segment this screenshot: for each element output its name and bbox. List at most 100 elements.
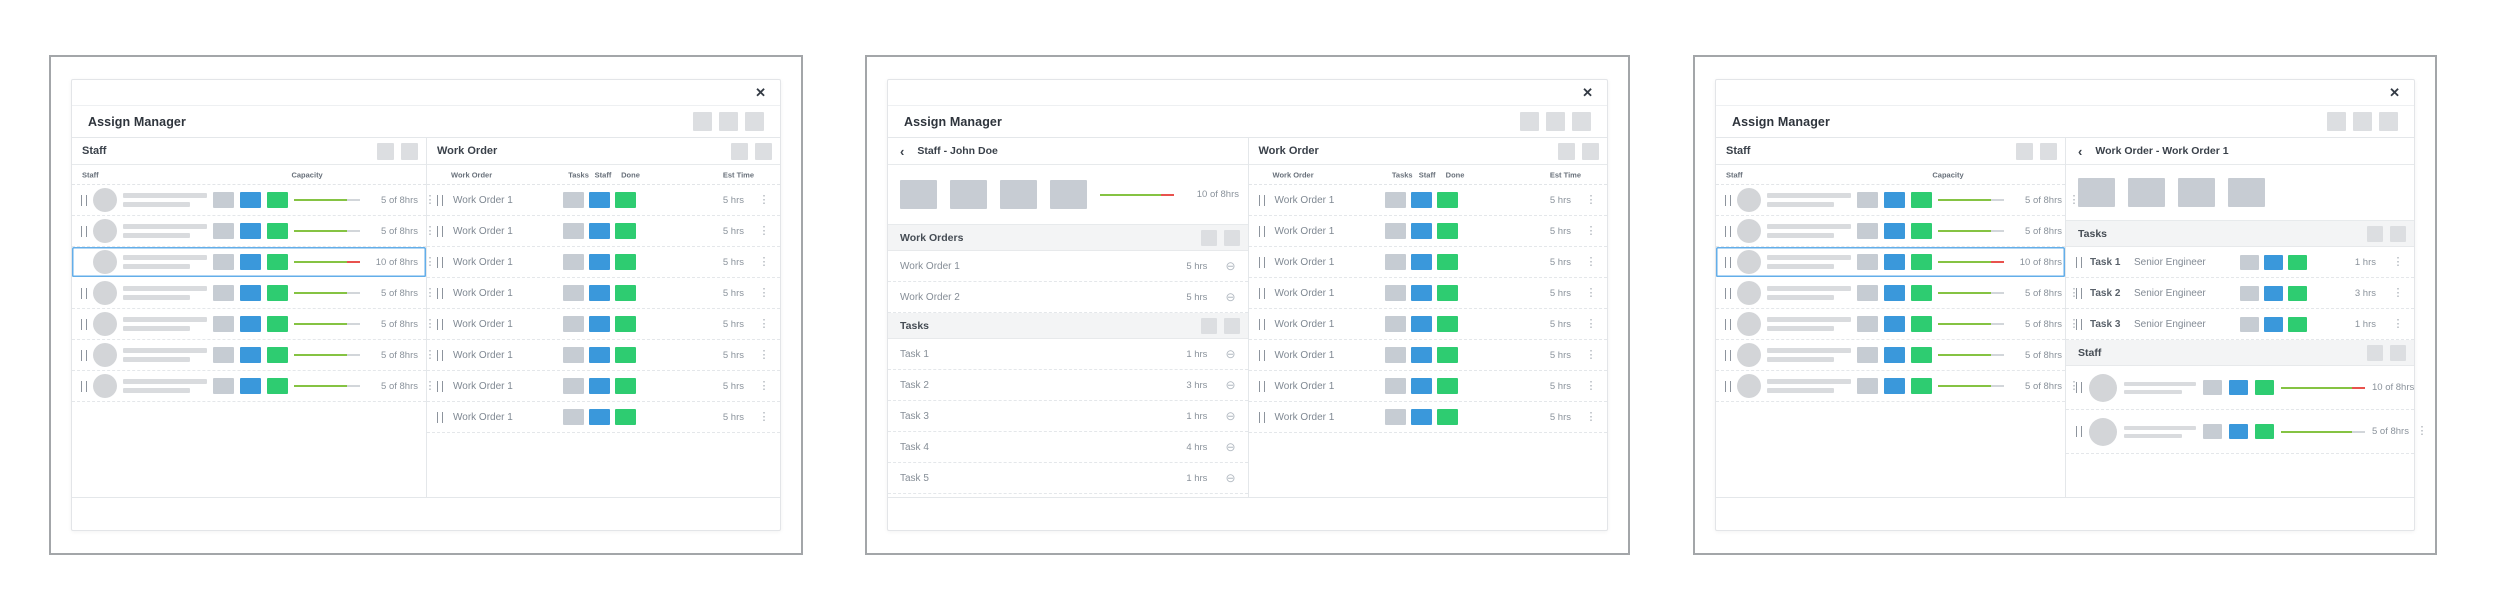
staff-row-selected[interactable]: 10 of 8hrs [1716,247,2065,278]
work-order-row[interactable]: Work Order 1 5 hrs ⋮ [427,371,780,402]
staff-row[interactable]: 5 of 8hrs⋮ [1716,340,2080,371]
work-order-row[interactable]: Work Order 1 5 hrs ⋮ [1248,185,1607,216]
placeholder-button[interactable] [1572,112,1591,131]
remove-icon[interactable]: ⊖ [1225,472,1235,484]
kebab-menu-icon[interactable]: ⋮ [758,256,770,268]
placeholder-button[interactable] [2390,344,2406,361]
kebab-menu-icon[interactable]: ⋮ [758,194,770,206]
placeholder-button[interactable] [2040,142,2057,160]
placeholder-button[interactable] [2327,112,2346,131]
staff-row[interactable]: 5 of 8hrs⋮ [72,371,436,402]
task-row[interactable]: Task 2 Senior Engineer 3 hrs ⋮ [2066,278,2414,309]
drag-handle-icon[interactable] [81,225,87,237]
drag-handle-icon[interactable] [81,194,87,206]
close-icon[interactable]: ✕ [2389,86,2400,99]
placeholder-button[interactable] [2390,225,2406,242]
drag-handle-icon[interactable] [81,380,87,392]
work-order-row[interactable]: Work Order 1 5 hrs ⋮ [1248,247,1607,278]
drag-handle-icon[interactable] [437,225,443,237]
drag-handle-icon[interactable] [1258,256,1265,268]
drag-handle-icon[interactable] [1258,194,1265,206]
work-order-row[interactable]: Work Order 1 5 hrs ⋮ [427,402,780,433]
drag-handle-icon[interactable] [1725,349,1731,361]
assigned-staff-row[interactable]: 10 of 8hrs [2066,366,2414,410]
staff-row[interactable]: 5 of 8hrs⋮ [1716,309,2080,340]
placeholder-button[interactable] [401,142,418,160]
drag-handle-icon[interactable] [1725,287,1731,299]
close-icon[interactable]: ✕ [1582,86,1593,99]
work-order-item[interactable]: Work Order 1 5 hrs ⊖ [888,251,1248,282]
kebab-menu-icon[interactable]: ⋮ [1585,194,1597,206]
staff-row[interactable]: 5 of 8hrs⋮ [72,185,436,216]
kebab-menu-icon[interactable]: ⋮ [1585,411,1597,423]
staff-row[interactable]: 5 of 8hrs⋮ [1716,216,2080,247]
drag-handle-icon[interactable] [437,380,443,392]
drag-handle-icon[interactable] [1258,287,1265,299]
placeholder-button[interactable] [2379,112,2398,131]
remove-icon[interactable]: ⊖ [1225,260,1235,272]
kebab-menu-icon[interactable]: ⋮ [2392,318,2404,330]
placeholder-button[interactable] [1223,229,1240,246]
placeholder-button[interactable] [755,142,772,160]
kebab-menu-icon[interactable]: ⋮ [1585,225,1597,237]
work-order-row[interactable]: Work Order 1 5 hrs ⋮ [1248,371,1607,402]
placeholder-button[interactable] [377,142,394,160]
drag-handle-icon[interactable] [2076,287,2082,299]
drag-handle-icon[interactable] [1725,225,1731,237]
kebab-menu-icon[interactable]: ⋮ [2392,256,2404,268]
staff-row-selected[interactable]: 10 of 8hrs ⋮ [72,247,436,278]
work-order-row[interactable]: Work Order 1 5 hrs ⋮ [427,309,780,340]
kebab-menu-icon[interactable]: ⋮ [1585,287,1597,299]
back-icon[interactable]: ‹ [900,145,904,158]
drag-handle-icon[interactable] [1258,380,1265,392]
drag-handle-icon[interactable] [81,318,87,330]
work-order-row[interactable]: Work Order 1 5 hrs ⋮ [1248,278,1607,309]
task-item[interactable]: Task 1 1 hrs ⊖ [888,339,1248,370]
remove-icon[interactable]: ⊖ [1225,348,1235,360]
placeholder-button[interactable] [1200,317,1217,334]
drag-handle-icon[interactable] [437,256,443,268]
drag-handle-icon[interactable] [1258,225,1265,237]
drag-handle-icon[interactable] [437,287,443,299]
placeholder-button[interactable] [1558,142,1575,160]
drag-handle-icon[interactable] [1725,194,1731,206]
work-order-row[interactable]: Work Order 1 5 hrs ⋮ [427,247,780,278]
placeholder-button[interactable] [745,112,764,131]
remove-icon[interactable]: ⊖ [1225,379,1235,391]
drag-handle-icon[interactable] [437,194,443,206]
placeholder-button[interactable] [2367,344,2383,361]
placeholder-button[interactable] [731,142,748,160]
staff-row[interactable]: 5 of 8hrs⋮ [1716,371,2080,402]
task-row[interactable]: Task 3 Senior Engineer 1 hrs ⋮ [2066,309,2414,340]
placeholder-button[interactable] [693,112,712,131]
back-icon[interactable]: ‹ [2078,145,2082,158]
work-order-row[interactable]: Work Order 1 5 hrs ⋮ [427,278,780,309]
work-order-item[interactable]: Work Order 2 5 hrs ⊖ [888,282,1248,313]
kebab-menu-icon[interactable]: ⋮ [1585,256,1597,268]
kebab-menu-icon[interactable]: ⋮ [758,318,770,330]
placeholder-button[interactable] [2353,112,2372,131]
task-item[interactable]: Task 5 1 hrs ⊖ [888,463,1248,494]
task-item[interactable]: Task 2 3 hrs ⊖ [888,370,1248,401]
work-order-row[interactable]: Work Order 1 5 hrs ⋮ [427,216,780,247]
drag-handle-icon[interactable] [1258,411,1265,423]
kebab-menu-icon[interactable]: ⋮ [2416,426,2428,437]
staff-row[interactable]: 5 of 8hrs⋮ [1716,278,2080,309]
drag-handle-icon[interactable] [437,411,443,423]
kebab-menu-icon[interactable]: ⋮ [1585,318,1597,330]
drag-handle-icon[interactable] [437,349,443,361]
assigned-staff-row[interactable]: 5 of 8hrs ⋮ [2066,410,2427,454]
task-row[interactable]: Task 1 Senior Engineer 1 hrs ⋮ [2066,247,2414,278]
drag-handle-icon[interactable] [2076,256,2082,268]
work-order-row[interactable]: Work Order 1 5 hrs ⋮ [427,340,780,371]
placeholder-button[interactable] [1582,142,1599,160]
kebab-menu-icon[interactable]: ⋮ [1585,380,1597,392]
kebab-menu-icon[interactable]: ⋮ [758,287,770,299]
drag-handle-icon[interactable] [1258,349,1265,361]
remove-icon[interactable]: ⊖ [1225,441,1235,453]
task-item[interactable]: Task 4 4 hrs ⊖ [888,432,1248,463]
kebab-menu-icon[interactable]: ⋮ [758,225,770,237]
work-order-row[interactable]: Work Order 1 5 hrs ⋮ [1248,340,1607,371]
placeholder-button[interactable] [1520,112,1539,131]
drag-handle-icon[interactable] [2076,318,2082,330]
